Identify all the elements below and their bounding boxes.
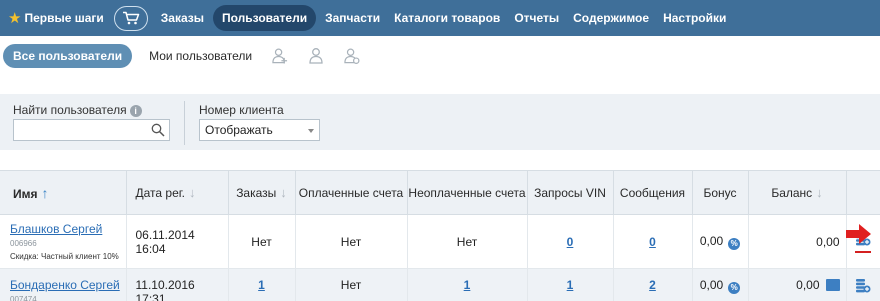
col-name-label: Имя [13,186,38,201]
user-group-icon[interactable] [308,47,324,65]
table-row: Бондаренко Сергей 007474 11.10.2016 17:3… [0,268,880,301]
sort-down-icon[interactable]: ↓ [816,185,823,200]
table-row: Блашков Сергей 006966 Скидка: Частный кл… [0,214,880,269]
balance-value: 0,00 [816,234,840,249]
messages-link[interactable]: 0 [649,235,656,249]
nav-catalogs[interactable]: Каталоги товаров [387,5,507,31]
percent-icon[interactable]: % [728,282,741,294]
find-user-label-text: Найти пользователя [13,103,127,117]
add-user-icon[interactable] [272,47,288,65]
users-table: Имя ↑ Дата рег. ↓ Заказы ↓ Оплаченные счета… [0,170,880,301]
col-messages: Сообщения [613,170,693,215]
find-user-label: Найти пользователя i [13,103,142,117]
bonus-cell: 0,00% [692,214,749,269]
cart-button[interactable] [113,5,148,31]
paid-cell: Нет [295,268,408,301]
add-money-icon[interactable] [855,279,871,296]
user-discount: Скидка: Частный клиент 10% [10,252,119,261]
nav-settings[interactable]: Настройки [656,5,733,31]
search-input[interactable] [13,119,170,141]
unpaid-cell: 1 [407,268,528,301]
tab-all-users[interactable]: Все пользователи [3,44,133,68]
actions-cell [846,268,880,301]
reg-date-cell: 06.11.2014 16:04 [126,214,229,269]
sort-down-icon[interactable]: ↓ [280,185,287,200]
user-settings-icon[interactable] [344,47,360,65]
vin-link[interactable]: 1 [567,278,574,292]
col-reg-date[interactable]: Дата рег. ↓ [126,170,229,215]
user-cell: Блашков Сергей 006966 Скидка: Частный кл… [0,214,127,269]
user-name-link[interactable]: Бондаренко Сергей [10,278,126,292]
user-cell: Бондаренко Сергей 007474 [0,268,127,301]
sort-up-icon[interactable]: ↑ [42,185,49,201]
tab-my-users[interactable]: Мои пользователи [149,49,252,63]
paid-cell: Нет [295,214,408,269]
orders-cell: 1 [228,268,296,301]
card-icon[interactable] [825,279,840,291]
sort-down-icon[interactable]: ↓ [189,185,196,200]
nav-users[interactable]: Пользователи [213,5,317,31]
vin-cell: 1 [527,268,614,301]
nav-orders[interactable]: Заказы [154,5,211,31]
nav-parts[interactable]: Запчасти [318,5,387,31]
first-steps-link[interactable]: ★ Первые шаги [0,0,112,36]
top-navigation: ★ Первые шаги Заказы Пользователи Запчас… [0,0,880,36]
percent-icon[interactable]: % [728,237,741,250]
chevron-down-icon [308,129,314,133]
bonus-value: 0,00 [699,278,724,292]
orders-link[interactable]: 1 [258,278,265,292]
cart-icon [122,11,140,25]
orders-cell: Нет [228,214,296,269]
vin-cell: 0 [527,214,614,269]
col-actions [846,170,880,215]
info-icon[interactable]: i [129,105,142,117]
unpaid-cell: Нет [407,214,528,269]
client-number-select-value: Отображать [205,123,273,137]
filter-divider [184,101,185,145]
user-id: 007474 [10,295,37,301]
balance-value: 0,00 [796,278,820,292]
star-icon: ★ [8,9,22,27]
balance-cell: 0,00 [748,214,871,269]
client-number-select[interactable]: Отображать [199,119,320,141]
user-id: 006966 [10,239,37,248]
unpaid-link[interactable]: 1 [464,278,471,292]
col-orders-label: Заказы [236,186,277,200]
sub-navigation: Все пользователи Мои пользователи [0,36,880,76]
red-arrow-icon [845,224,871,244]
col-unpaid: Неоплаченные счета [407,170,528,215]
balance-cell: 0,00 [748,268,847,301]
col-vin: Запросы VIN [527,170,614,215]
bonus-cell: 0,00% [692,268,749,301]
reg-date-cell: 11.10.2016 17:31 [126,268,229,301]
table-header-row: Имя ↑ Дата рег. ↓ Заказы ↓ Оплаченные счета… [0,170,880,215]
col-orders[interactable]: Заказы ↓ [228,170,296,215]
col-paid: Оплаченные счета [295,170,408,215]
filter-panel: Найти пользователя i Номер клиента Отобра… [0,94,880,150]
messages-cell: 0 [613,214,693,269]
col-bonus: Бонус [692,170,749,215]
user-name-link[interactable]: Блашков Сергей [10,222,126,236]
vin-link[interactable]: 0 [567,235,574,249]
client-number-label: Номер клиента [199,103,284,117]
nav-reports[interactable]: Отчеты [507,5,566,31]
col-reg-date-label: Дата рег. [135,186,186,200]
col-balance-label: Баланс [771,186,813,200]
first-steps-label: Первые шаги [24,11,104,25]
messages-cell: 2 [613,268,693,301]
col-name[interactable]: Имя ↑ [0,170,127,215]
messages-link[interactable]: 2 [649,278,656,292]
search-icon[interactable] [151,123,165,137]
nav-content[interactable]: Содержимое [566,5,656,31]
bonus-value: 0,00 [699,233,724,248]
col-balance[interactable]: Баланс ↓ [748,170,847,215]
